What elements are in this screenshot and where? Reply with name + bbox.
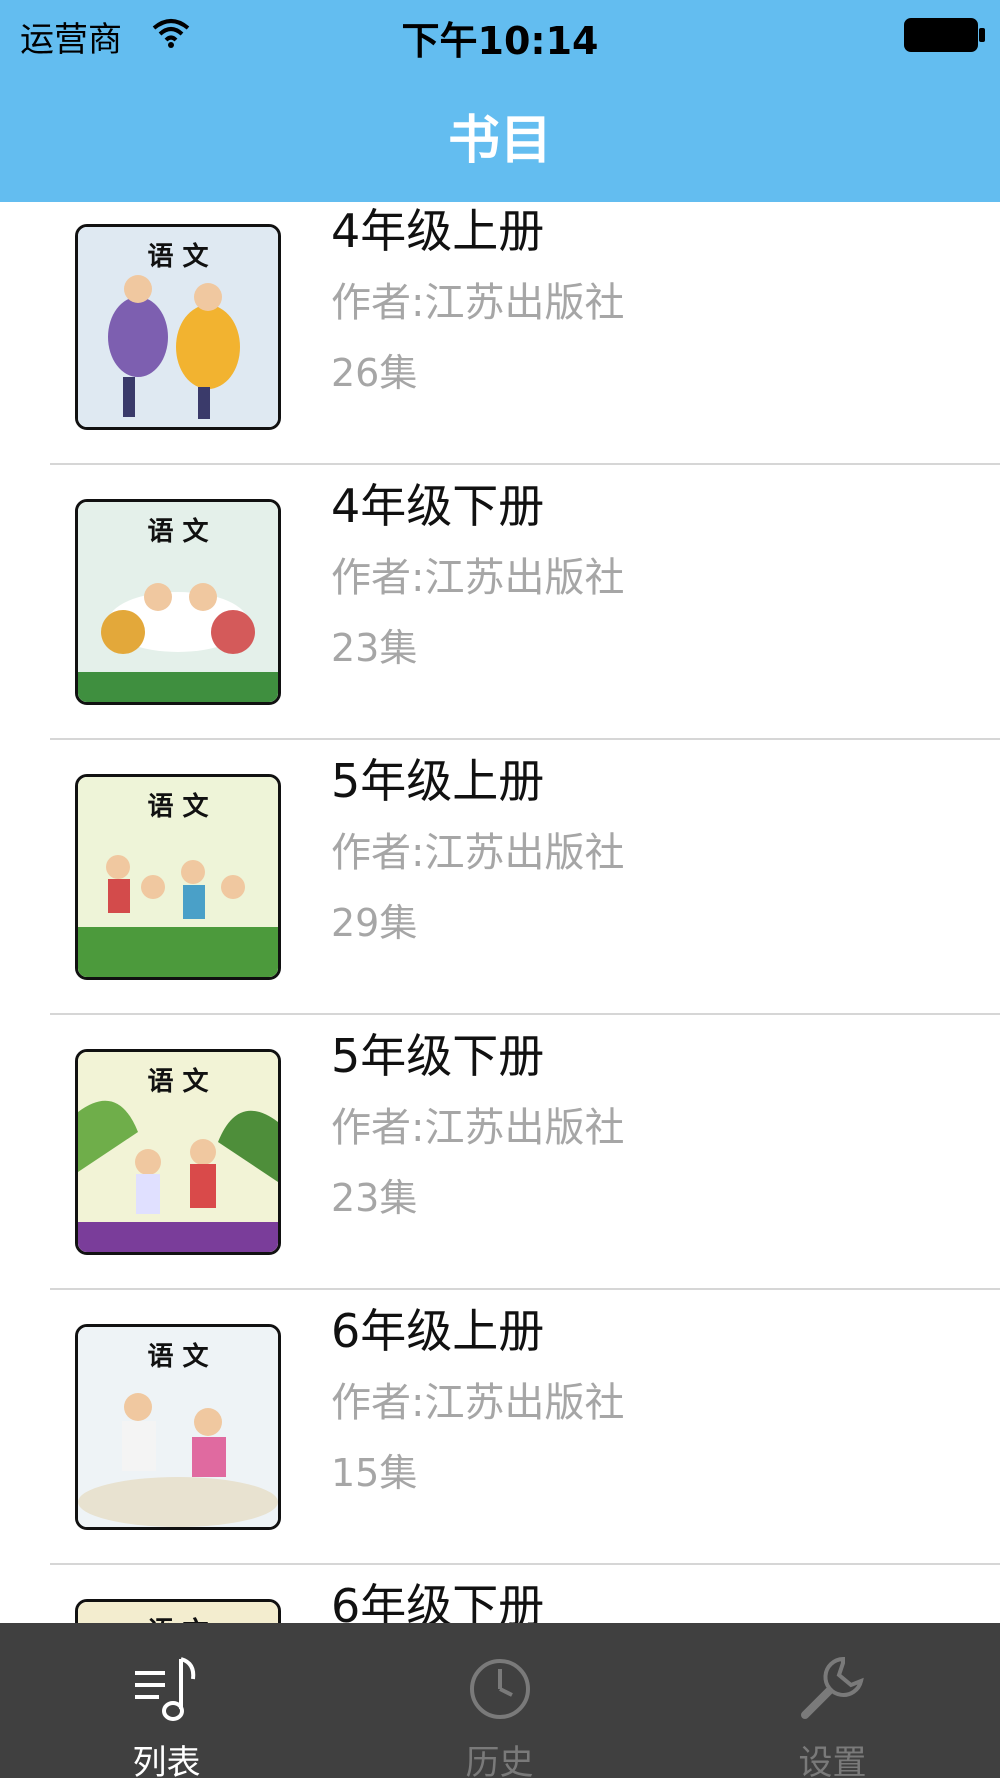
- book-title: 6年级上册: [331, 1304, 545, 1358]
- book-author: 作者:江苏出版社: [331, 280, 625, 326]
- tab-label: 设置: [798, 1743, 867, 1783]
- episode-count: 29集: [331, 901, 418, 945]
- book-author: 作者:江苏出版社: [331, 830, 625, 876]
- battery-icon: [904, 18, 985, 52]
- episode-count: 23集: [331, 1176, 418, 1220]
- list-item-book[interactable]: 语 文 4年级上册 作者:江苏出版社 26集: [0, 202, 1000, 470]
- episode-count: 26集: [331, 351, 418, 395]
- book-title: 6年级下册: [331, 1579, 545, 1623]
- book-list[interactable]: 语 文 4年级上册 作者:江苏出版社 26集 语 文 4年级下册 作者:江苏出版…: [0, 202, 1000, 1623]
- episode-count: 23集: [331, 626, 418, 670]
- cover-title-text: 语 文: [147, 516, 209, 547]
- cover-title-text: 语 文: [147, 1066, 209, 1097]
- status-time: 下午10:14: [401, 19, 599, 63]
- book-title: 5年级上册: [331, 754, 545, 808]
- book-title: 4年级下册: [331, 479, 545, 533]
- tab-label: 列表: [132, 1743, 201, 1783]
- book-title: 5年级下册: [331, 1029, 545, 1083]
- cover-title-text: 语 文: [147, 241, 209, 272]
- wrench-icon: [800, 1656, 864, 1719]
- status-bar: 运营商 下午10:14: [0, 0, 1000, 68]
- book-cover-image: 语 文: [75, 774, 281, 980]
- cover-title-text: 语 文: [147, 791, 209, 822]
- book-author: 作者:江苏出版社: [331, 555, 625, 601]
- cover-title-text: 语 文: [147, 1341, 209, 1372]
- episode-count: 15集: [331, 1451, 418, 1495]
- list-item-book[interactable]: 语 文 6年级上册 作者:江苏出版社 15集: [0, 1295, 1000, 1570]
- row-divider: [50, 463, 1000, 465]
- list-item-book[interactable]: 语 文 5年级上册 作者:江苏出版社 29集: [0, 745, 1000, 1020]
- tab-list[interactable]: 列表: [0, 1623, 333, 1783]
- book-author: 作者:江苏出版社: [331, 1105, 625, 1151]
- book-cover-image: 语 文: [75, 1049, 281, 1255]
- book-cover-image: 语 文: [75, 1324, 281, 1530]
- list-item-book[interactable]: 语 文 5年级下册 作者:江苏出版社 23集: [0, 1020, 1000, 1295]
- tab-bar: 列表 历史 设置: [0, 1623, 1000, 1783]
- tab-label: 历史: [465, 1743, 534, 1783]
- tab-settings[interactable]: 设置: [666, 1623, 999, 1783]
- row-divider: [50, 1563, 1000, 1565]
- clock-icon: [469, 1659, 530, 1719]
- row-divider: [50, 1288, 1000, 1290]
- navigation-bar: 书目: [0, 68, 1000, 202]
- row-divider: [50, 1013, 1000, 1015]
- row-divider: [50, 738, 1000, 740]
- music-list-icon: [134, 1657, 195, 1721]
- page-title: 书目: [447, 111, 552, 171]
- book-title: 4年级上册: [331, 204, 545, 258]
- list-item-book[interactable]: 语 文 4年级下册 作者:江苏出版社 23集: [0, 470, 1000, 745]
- book-cover-image: 语 文: [75, 499, 281, 705]
- book-cover-image: 语 文: [75, 1599, 281, 1623]
- book-cover-image: 语 文: [75, 224, 281, 430]
- cover-title-text: 语 文: [147, 1616, 209, 1623]
- tab-history[interactable]: 历史: [333, 1623, 666, 1783]
- list-item-book[interactable]: 语 文 6年级下册: [0, 1570, 1000, 1623]
- book-author: 作者:江苏出版社: [331, 1380, 625, 1426]
